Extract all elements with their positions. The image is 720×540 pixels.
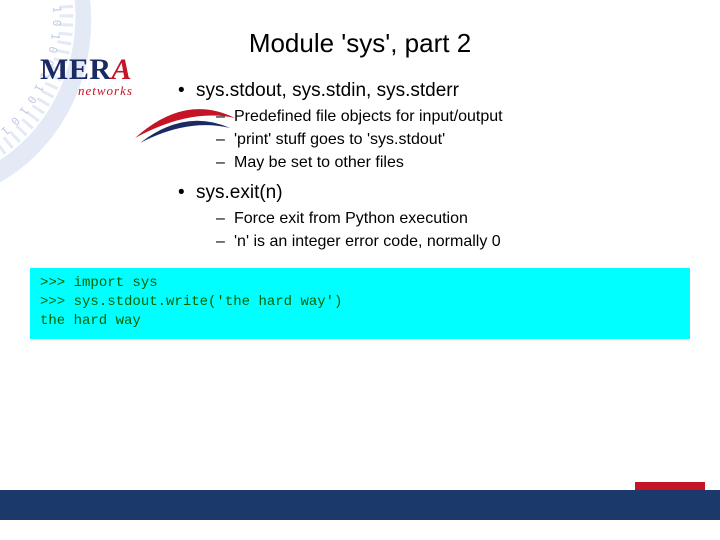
prompt: >>>	[40, 294, 74, 310]
code-line-1: >>> import sys	[40, 274, 680, 293]
bullet-2: sys.exit(n)	[180, 182, 680, 204]
bullet-2-sub-2: 'n' is an integer error code, normally 0	[216, 233, 680, 251]
slide: 0 1 1 0 1 0 0 1 1 0 1 0 1 1 0 0 1 0 1 1 …	[0, 0, 720, 540]
footer-accent	[635, 482, 705, 490]
bullet-1-sub-3: May be set to other files	[216, 154, 680, 172]
logo-text: MERA	[40, 55, 200, 85]
code-line-3: the hard way	[40, 312, 680, 331]
slide-title: Module 'sys', part 2	[0, 28, 720, 59]
slide-content: sys.stdout, sys.stdin, sys.stderr Predef…	[180, 80, 680, 261]
prompt: >>>	[40, 275, 74, 291]
footer-bar	[0, 490, 720, 520]
code-cmd: import sys	[74, 275, 158, 291]
code-cmd: sys.stdout.write('the hard way')	[74, 294, 343, 310]
code-block: >>> import sys >>> sys.stdout.write('the…	[30, 268, 690, 339]
bullet-1-sub-2: 'print' stuff goes to 'sys.stdout'	[216, 131, 680, 149]
logo-text-accent: A	[112, 55, 133, 85]
bullet-1-sub-1: Predefined file objects for input/output	[216, 108, 680, 126]
bullet-2-sub-1: Force exit from Python execution	[216, 210, 680, 228]
logo: MERA networks	[40, 55, 200, 115]
code-line-2: >>> sys.stdout.write('the hard way')	[40, 293, 680, 312]
code-output: the hard way	[40, 313, 141, 329]
bullet-1: sys.stdout, sys.stdin, sys.stderr	[180, 80, 680, 102]
